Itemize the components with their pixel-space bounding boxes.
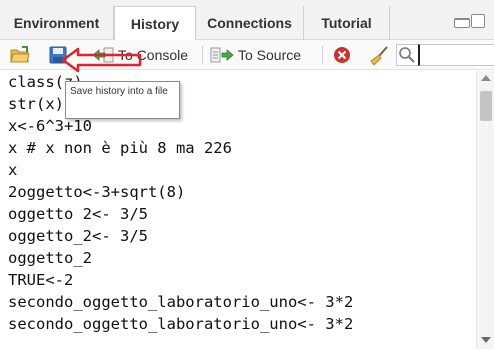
history-entry[interactable]: oggetto_2<- 3/5: [8, 225, 148, 247]
magnifier-icon: [399, 47, 415, 63]
history-entry[interactable]: secondo_oggetto_laboratorio_uno<- 3*2: [8, 313, 353, 335]
scroll-up-icon[interactable]: [481, 75, 491, 81]
remove-entry-icon: [334, 47, 350, 63]
scroll-down-icon[interactable]: [481, 337, 491, 343]
history-entry[interactable]: oggetto_2: [8, 247, 92, 269]
toolbar-divider: [202, 46, 203, 64]
scroll-thumb[interactable]: [480, 91, 492, 121]
open-folder-icon: [10, 46, 30, 63]
send-to-source-icon: [210, 47, 234, 63]
to-source-label: To Source: [238, 47, 302, 63]
history-entry[interactable]: x # x non è più 8 ma 226: [8, 137, 232, 159]
maximize-pane-button[interactable]: [471, 14, 485, 28]
history-entry[interactable]: str(x): [8, 93, 64, 115]
tooltip-text: Save history into a file: [70, 86, 168, 97]
annotation-arrow-icon: [61, 47, 142, 73]
pane-tab-bar: Environment History Connections Tutorial: [0, 0, 494, 41]
history-entry[interactable]: x: [8, 159, 17, 181]
toolbar-divider: [322, 46, 323, 64]
history-entry[interactable]: oggetto 2<- 3/5: [8, 203, 148, 225]
pane-window-controls: [454, 14, 488, 30]
minimize-pane-button[interactable]: [454, 18, 470, 28]
tab-connections[interactable]: Connections: [196, 6, 304, 40]
search-button[interactable]: [396, 44, 418, 66]
tab-label: History: [130, 16, 180, 32]
clear-history-button[interactable]: [368, 45, 388, 66]
tab-label: Environment: [13, 15, 100, 31]
tab-environment[interactable]: Environment: [0, 6, 114, 40]
broom-icon: [370, 46, 388, 66]
history-entry[interactable]: 2oggetto<-3+sqrt(8): [8, 181, 185, 203]
save-history-tooltip: Save history into a file: [65, 81, 180, 119]
tab-label: Connections: [207, 15, 292, 31]
history-search-input[interactable]: [418, 44, 494, 66]
tab-history[interactable]: History: [114, 6, 196, 41]
load-history-button[interactable]: [10, 45, 30, 65]
tab-tutorial[interactable]: Tutorial: [304, 6, 390, 40]
tab-label: Tutorial: [321, 15, 372, 31]
history-entry[interactable]: secondo_oggetto_laboratorio_uno<- 3*2: [8, 291, 353, 313]
to-source-button[interactable]: To Source: [210, 44, 301, 66]
remove-entries-button[interactable]: [332, 45, 352, 65]
history-entry[interactable]: TRUE<-2: [8, 269, 73, 291]
history-scrollbar[interactable]: [476, 71, 494, 349]
